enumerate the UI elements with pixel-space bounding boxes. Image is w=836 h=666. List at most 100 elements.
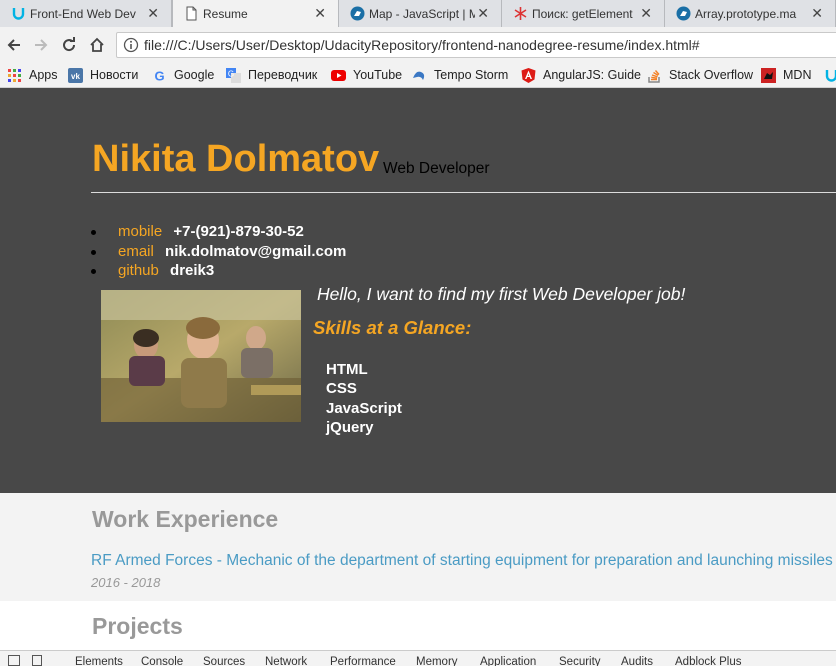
tab-array-prototype[interactable]: Array.prototype.ma ✕ [665,0,836,27]
bullet-icon [91,269,96,274]
contact-value: dreik3 [170,262,215,279]
back-button[interactable] [3,34,25,56]
url-text: file:///C:/Users/User/Desktop/UdacityRep… [144,37,700,53]
inspect-element-icon[interactable] [8,655,20,666]
bookmark-mdn[interactable]: MDN [761,66,811,84]
bookmark-label: Новости [90,68,139,82]
device-toolbar-icon[interactable] [32,655,42,666]
welcome-message: Hello, I want to find my first Web Devel… [317,284,686,304]
contact-key: mobile [118,223,163,240]
bookmark-label: MDN [783,68,812,82]
profile-photo [101,290,301,422]
svg-text:G: G [154,68,164,83]
contact-value: nik.dolmatov@gmail.com [165,242,347,260]
page-content: Nikita Dolmatov Web Developer mobile +7-… [0,88,836,650]
header-divider [91,192,836,193]
work-experience-section: Work Experience RF Armed Forces - Mechan… [0,493,836,601]
google-icon: G [152,68,167,83]
tab-map-javascript[interactable]: Map - JavaScript | M ✕ [339,0,502,27]
contact-key: email [118,242,154,260]
contact-key: github [118,262,159,279]
person-name: Nikita Dolmatov [92,138,380,180]
skills-heading: Skills at a Glance: [313,317,472,338]
tab-search-getelement[interactable]: Поиск: getElement ✕ [502,0,665,27]
home-icon [90,37,104,52]
reload-button[interactable] [58,34,80,56]
translate-icon: G [226,67,241,83]
bookmark-youtube[interactable]: YouTube [331,66,402,84]
address-bar[interactable]: file:///C:/Users/User/Desktop/UdacityRep… [116,32,836,58]
stackoverflow-icon [647,68,662,83]
skills-list: HTML CSS JavaScript jQuery [326,360,402,437]
person-role: Web Developer [383,160,490,177]
vk-icon: vk [68,67,83,83]
skill-item: JavaScript [326,399,402,417]
work-entry-dates: 2016 - 2018 [91,575,161,590]
devtools-tab-bar: Elements Console Sources Network Perform… [0,650,836,666]
resume-header: Nikita Dolmatov Web Developer mobile +7-… [0,88,836,493]
bookmark-stack-overflow[interactable]: Stack Overflow [647,66,753,84]
bookmark-label: Stack Overflow [669,68,754,82]
bookmark-google[interactable]: G Google [152,66,214,84]
work-entry-link[interactable]: RF Armed Forces - Mechanic of the depart… [91,552,833,570]
bookmark-label: Google [174,68,215,82]
arrow-right-icon [35,39,48,51]
bookmark-label: Переводчик [248,68,318,82]
tab-front-end-web-dev[interactable]: Front-End Web Dev ✕ [0,0,172,27]
bookmark-translate[interactable]: G Переводчик [226,66,317,84]
bookmark-label: YouTube [353,68,403,82]
bookmark-apps[interactable]: Apps [7,66,58,84]
svg-text:G: G [228,69,234,78]
contact-mobile: mobile +7-(921)-879-30-52 [91,222,346,242]
tab-close-icon[interactable]: ✕ [314,5,326,22]
tab-close-icon[interactable]: ✕ [640,5,652,22]
bookmark-label: AngularJS: Guide [543,68,641,82]
tab-close-icon[interactable]: ✕ [477,5,489,22]
bullet-icon [91,249,96,255]
document-icon [184,6,199,21]
tab-resume[interactable]: Resume ✕ [172,0,339,27]
tab-close-icon[interactable]: ✕ [811,5,823,22]
apps-grid-icon [7,68,22,83]
bookmark-tempo-storm[interactable]: Tempo Storm [412,66,508,84]
tab-close-icon[interactable]: ✕ [147,5,159,22]
tab-title: Map - JavaScript | M [369,6,475,21]
angular-icon [521,67,536,83]
bookmark-label: Tempo Storm [434,68,509,82]
contact-list: mobile +7-(921)-879-30-52 email nik.dolm… [91,222,346,281]
mdn-dino-icon [676,6,691,21]
tempo-storm-icon [412,68,427,83]
home-button[interactable] [86,34,108,56]
bookmark-udacity[interactable] [824,66,836,84]
bookmark-label: Apps [29,68,58,82]
arrow-left-icon [7,39,20,51]
work-heading: Work Experience [92,506,279,532]
info-icon[interactable] [123,37,139,53]
skill-item: HTML [326,361,368,378]
tab-title: Array.prototype.ma [695,6,797,21]
skill-item: CSS [326,380,357,398]
mdn-icon [761,67,776,83]
contact-value: +7-(921)-879-30-52 [173,223,304,240]
search-icon [513,6,528,21]
forward-button[interactable] [30,34,52,56]
tab-title: Resume [203,7,248,21]
mdn-dino-icon [350,6,365,21]
contact-email: email nik.dolmatov@gmail.com [91,242,346,262]
udacity-icon [824,68,836,83]
tab-strip: Front-End Web Dev ✕ Resume ✕ Map - JavaS… [0,0,836,27]
projects-heading: Projects [92,613,183,639]
bookmark-novosti[interactable]: vk Новости [68,66,138,84]
contact-github: github dreik3 [91,261,346,281]
skill-item: jQuery [326,418,374,436]
svg-text:vk: vk [71,72,80,81]
bookmark-angularjs[interactable]: AngularJS: Guide [521,66,641,84]
youtube-icon [331,68,346,83]
reload-icon [63,37,76,52]
tab-title: Front-End Web Dev [30,6,136,21]
browser-toolbar: file:///C:/Users/User/Desktop/UdacityRep… [0,27,836,63]
tab-title: Поиск: getElement [532,6,633,21]
bookmarks-bar: Apps vk Новости G Google G Переводчик Yo… [0,63,836,88]
bullet-icon [91,230,96,235]
projects-section: Projects [0,601,836,650]
